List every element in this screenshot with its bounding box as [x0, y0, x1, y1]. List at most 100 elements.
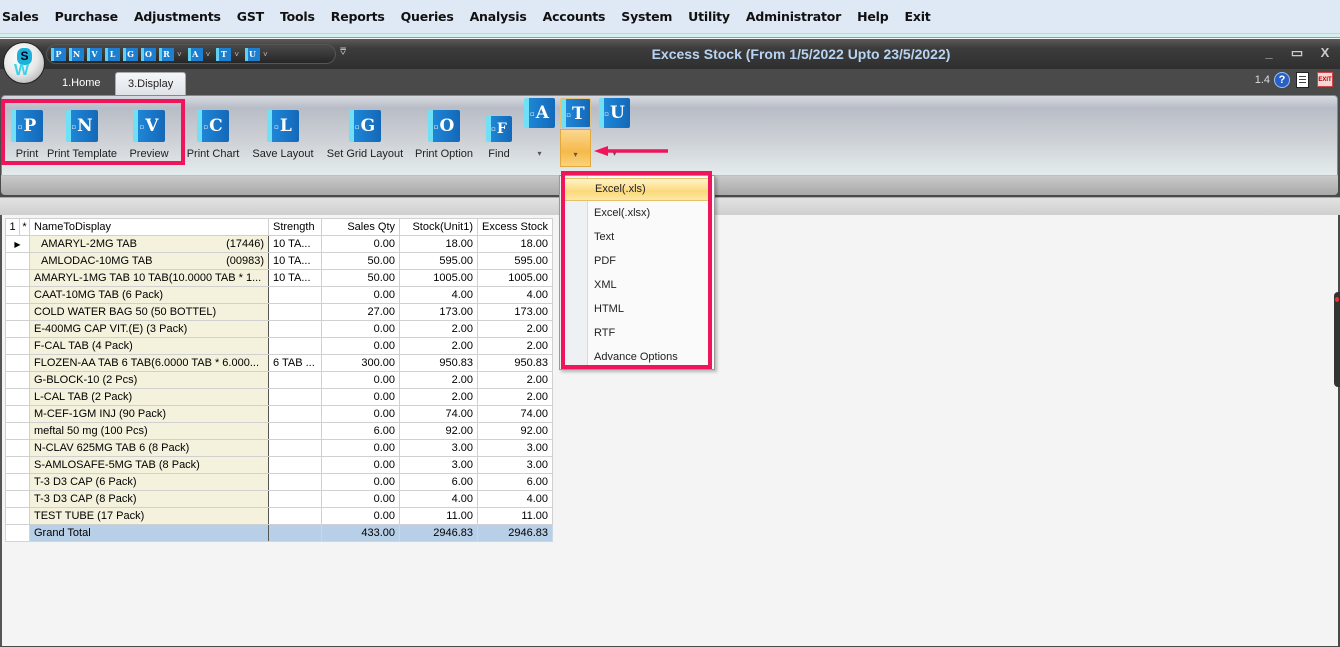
- table-row[interactable]: FLOZEN-AA TAB 6 TAB(6.0000 TAB * 6.000..…: [5, 354, 554, 372]
- cell-name[interactable]: T-3 D3 CAP (8 Pack): [29, 490, 269, 508]
- table-row[interactable]: COLD WATER BAG 50 (50 BOTTEL) 27.00 173.00…: [5, 303, 554, 321]
- cell-stock[interactable]: 92.00: [399, 422, 478, 440]
- ribbon-button-find[interactable]: ▫F Find: [486, 110, 512, 160]
- export-option-xml[interactable]: XML: [562, 274, 712, 297]
- cell-sales-qty[interactable]: 0.00: [321, 320, 400, 338]
- cell-strength[interactable]: [268, 286, 322, 304]
- split-button-t-icon[interactable]: ▫T: [560, 98, 591, 128]
- cell-strength[interactable]: 10 TA...: [268, 235, 322, 253]
- cell-sales-qty[interactable]: 0.00: [321, 456, 400, 474]
- column-header-strength[interactable]: Strength: [268, 218, 322, 236]
- table-row[interactable]: AMLODAC-10MG TAB (00983) 10 TA... 50.00 595.…: [5, 252, 554, 270]
- menu-sales[interactable]: Sales: [0, 0, 47, 34]
- cell-name[interactable]: FLOZEN-AA TAB 6 TAB(6.0000 TAB * 6.000..…: [29, 354, 269, 372]
- menu-exit[interactable]: Exit: [897, 0, 939, 34]
- qat-button-u[interactable]: U: [245, 47, 261, 61]
- tab-home[interactable]: 1.Home: [50, 72, 113, 95]
- cell-strength[interactable]: [268, 388, 322, 406]
- cell-excess-stock[interactable]: 1005.00: [476, 269, 554, 287]
- cell-stock[interactable]: 3.00: [399, 439, 478, 457]
- cell-stock[interactable]: 2.00: [399, 320, 478, 338]
- cell-strength[interactable]: [268, 490, 322, 508]
- split-button-t[interactable]: ▫T: [560, 98, 591, 128]
- cell-name[interactable]: T-3 D3 CAP (6 Pack): [29, 473, 269, 491]
- side-panel-tab[interactable]: [1334, 292, 1340, 387]
- table-row[interactable]: S-AMLOSAFE-5MG TAB (8 Pack) 0.00 3.00 3.00: [5, 456, 554, 474]
- ribbon-button-print-template[interactable]: ▫N Print Template: [42, 110, 122, 160]
- cell-excess-stock[interactable]: 3.00: [476, 456, 554, 474]
- table-row[interactable]: F-CAL TAB (4 Pack) 0.00 2.00 2.00: [5, 337, 554, 355]
- cell-sales-qty[interactable]: 300.00: [321, 354, 400, 372]
- menu-help[interactable]: Help: [849, 0, 896, 34]
- cell-excess-stock[interactable]: 2.00: [476, 320, 554, 338]
- split-button-a-icon[interactable]: ▫A: [524, 98, 555, 128]
- split-button-a[interactable]: ▫A: [524, 98, 555, 128]
- cell-name[interactable]: M-CEF-1GM INJ (90 Pack): [29, 405, 269, 423]
- row-selector[interactable]: [5, 252, 30, 270]
- table-row[interactable]: T-3 D3 CAP (8 Pack) 0.00 4.00 4.00: [5, 490, 554, 508]
- cell-excess-stock[interactable]: 11.00: [476, 507, 554, 525]
- row-selector[interactable]: [5, 490, 30, 508]
- cell-name[interactable]: AMARYL-1MG TAB 10 TAB(10.0000 TAB * 1...: [29, 269, 269, 287]
- qat-button-r[interactable]: R: [159, 47, 174, 61]
- qat-button-t[interactable]: T: [216, 47, 232, 61]
- cell-sales-qty[interactable]: 0.00: [321, 235, 400, 253]
- qat-dropdown-icon[interactable]: ˅: [206, 50, 211, 59]
- row-selector[interactable]: [5, 354, 30, 372]
- row-selector[interactable]: [5, 320, 30, 338]
- row-selector[interactable]: [5, 303, 30, 321]
- table-row[interactable]: E-400MG CAP VIT.(E) (3 Pack) 0.00 2.00 2.00: [5, 320, 554, 338]
- cell-excess-stock[interactable]: 595.00: [476, 252, 554, 270]
- column-header-excess-stock[interactable]: Excess Stock: [476, 218, 554, 236]
- cell-sales-qty[interactable]: 0.00: [321, 473, 400, 491]
- cell-name[interactable]: CAAT-10MG TAB (6 Pack): [29, 286, 269, 304]
- cell-excess-stock[interactable]: 18.00: [476, 235, 554, 253]
- split-button-t-dropdown-arrow[interactable]: ▾: [560, 129, 591, 167]
- cell-excess-stock[interactable]: 173.00: [476, 303, 554, 321]
- qat-dropdown-icon[interactable]: ˅: [177, 50, 182, 59]
- export-option-excel-xls[interactable]: Excel(.xls): [562, 178, 712, 201]
- menu-queries[interactable]: Queries: [393, 0, 462, 34]
- cell-strength[interactable]: 10 TA...: [268, 269, 322, 287]
- cell-sales-qty[interactable]: 0.00: [321, 371, 400, 389]
- export-option-advance-options[interactable]: Advance Options: [562, 346, 712, 369]
- column-header-name[interactable]: NameToDisplay: [29, 218, 269, 236]
- maximize-button[interactable]: ▭: [1290, 45, 1304, 61]
- app-logo-button[interactable]: S W: [3, 42, 45, 84]
- export-option-html[interactable]: HTML: [562, 298, 712, 321]
- cell-strength[interactable]: [268, 507, 322, 525]
- menu-gst[interactable]: GST: [229, 0, 272, 34]
- cell-strength[interactable]: 6 TAB ...: [268, 354, 322, 372]
- cell-stock[interactable]: 3.00: [399, 456, 478, 474]
- cell-stock[interactable]: 74.00: [399, 405, 478, 423]
- cell-name[interactable]: N-CLAV 625MG TAB 6 (8 Pack): [29, 439, 269, 457]
- cell-stock[interactable]: 11.00: [399, 507, 478, 525]
- cell-strength[interactable]: [268, 422, 322, 440]
- cell-sales-qty[interactable]: 0.00: [321, 490, 400, 508]
- qat-button-v[interactable]: V: [87, 47, 102, 61]
- cell-excess-stock[interactable]: 2.00: [476, 388, 554, 406]
- table-row[interactable]: L-CAL TAB (2 Pack) 0.00 2.00 2.00: [5, 388, 554, 406]
- row-selector[interactable]: [5, 422, 30, 440]
- row-selector[interactable]: [5, 473, 30, 491]
- cell-excess-stock[interactable]: 2.00: [476, 371, 554, 389]
- cell-name[interactable]: meftal 50 mg (100 Pcs): [29, 422, 269, 440]
- table-row[interactable]: meftal 50 mg (100 Pcs) 6.00 92.00 92.00: [5, 422, 554, 440]
- cell-name[interactable]: G-BLOCK-10 (2 Pcs): [29, 371, 269, 389]
- table-row[interactable]: N-CLAV 625MG TAB 6 (8 Pack) 0.00 3.00 3.00: [5, 439, 554, 457]
- cell-name[interactable]: TEST TUBE (17 Pack): [29, 507, 269, 525]
- cell-strength[interactable]: [268, 439, 322, 457]
- export-option-pdf[interactable]: PDF: [562, 250, 712, 273]
- row-selector[interactable]: [5, 286, 30, 304]
- qat-button-g[interactable]: G: [123, 47, 138, 61]
- row-selector[interactable]: [5, 507, 30, 525]
- column-chooser[interactable]: *: [19, 218, 30, 236]
- row-header-corner[interactable]: 1: [5, 218, 20, 236]
- cell-strength[interactable]: [268, 473, 322, 491]
- cell-sales-qty[interactable]: 0.00: [321, 507, 400, 525]
- cell-stock[interactable]: 4.00: [399, 490, 478, 508]
- table-row[interactable]: TEST TUBE (17 Pack) 0.00 11.00 11.00: [5, 507, 554, 525]
- cell-stock[interactable]: 173.00: [399, 303, 478, 321]
- cell-sales-qty[interactable]: 0.00: [321, 405, 400, 423]
- cell-name[interactable]: AMARYL-2MG TAB (17446): [29, 235, 269, 253]
